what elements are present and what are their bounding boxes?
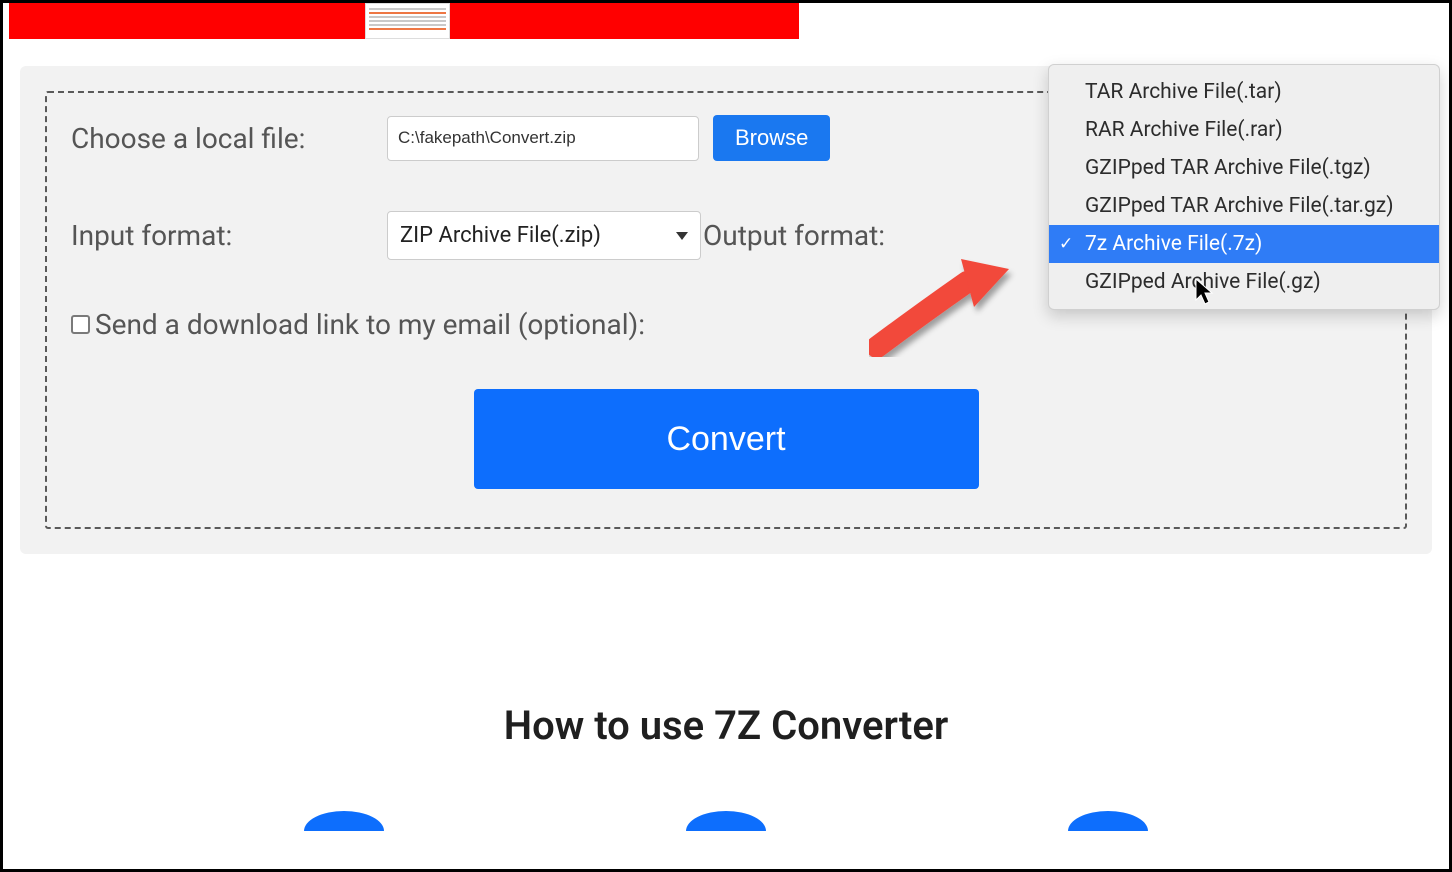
step-circle <box>304 811 384 831</box>
choose-file-label: Choose a local file: <box>71 122 387 155</box>
dropdown-item-label: GZIPped TAR Archive File(.tgz) <box>1085 156 1371 180</box>
document-thumbnail <box>365 3 450 39</box>
check-icon: ✓ <box>1059 234 1073 254</box>
dropdown-item-label: TAR Archive File(.tar) <box>1085 80 1282 104</box>
send-email-label: Send a download link to my email (option… <box>95 308 645 341</box>
input-format-value: ZIP Archive File(.zip) <box>400 223 601 248</box>
dropdown-item-label: GZIPped TAR Archive File(.tar.gz) <box>1085 194 1394 218</box>
step-circle <box>1068 811 1148 831</box>
step-indicators <box>3 811 1449 831</box>
send-email-checkbox[interactable] <box>71 315 90 334</box>
how-to-heading: How to use 7Z Converter <box>3 702 1449 749</box>
cursor-icon <box>1195 278 1217 306</box>
chevron-down-icon <box>676 232 688 240</box>
dropdown-item-label: 7z Archive File(.7z) <box>1085 232 1262 256</box>
output-format-label: Output format: <box>703 219 885 252</box>
convert-button[interactable]: Convert <box>474 389 979 489</box>
dropdown-item[interactable]: TAR Archive File(.tar) <box>1049 73 1439 111</box>
banner <box>9 3 799 39</box>
dropdown-item[interactable]: GZIPped Archive File(.gz) <box>1049 263 1439 301</box>
dropdown-item[interactable]: GZIPped TAR Archive File(.tgz) <box>1049 149 1439 187</box>
file-path-input[interactable] <box>387 116 699 161</box>
browse-button[interactable]: Browse <box>713 115 830 161</box>
step-circle <box>686 811 766 831</box>
annotation-arrow-icon <box>869 247 1019 357</box>
dropdown-item[interactable]: ✓ 7z Archive File(.7z) <box>1049 225 1439 263</box>
dropdown-item[interactable]: RAR Archive File(.rar) <box>1049 111 1439 149</box>
dropdown-item-label: RAR Archive File(.rar) <box>1085 118 1283 142</box>
dropdown-item[interactable]: GZIPped TAR Archive File(.tar.gz) <box>1049 187 1439 225</box>
input-format-label: Input format: <box>71 219 387 252</box>
output-format-dropdown[interactable]: TAR Archive File(.tar) RAR Archive File(.… <box>1048 64 1440 310</box>
input-format-select[interactable]: ZIP Archive File(.zip) <box>387 211 701 260</box>
